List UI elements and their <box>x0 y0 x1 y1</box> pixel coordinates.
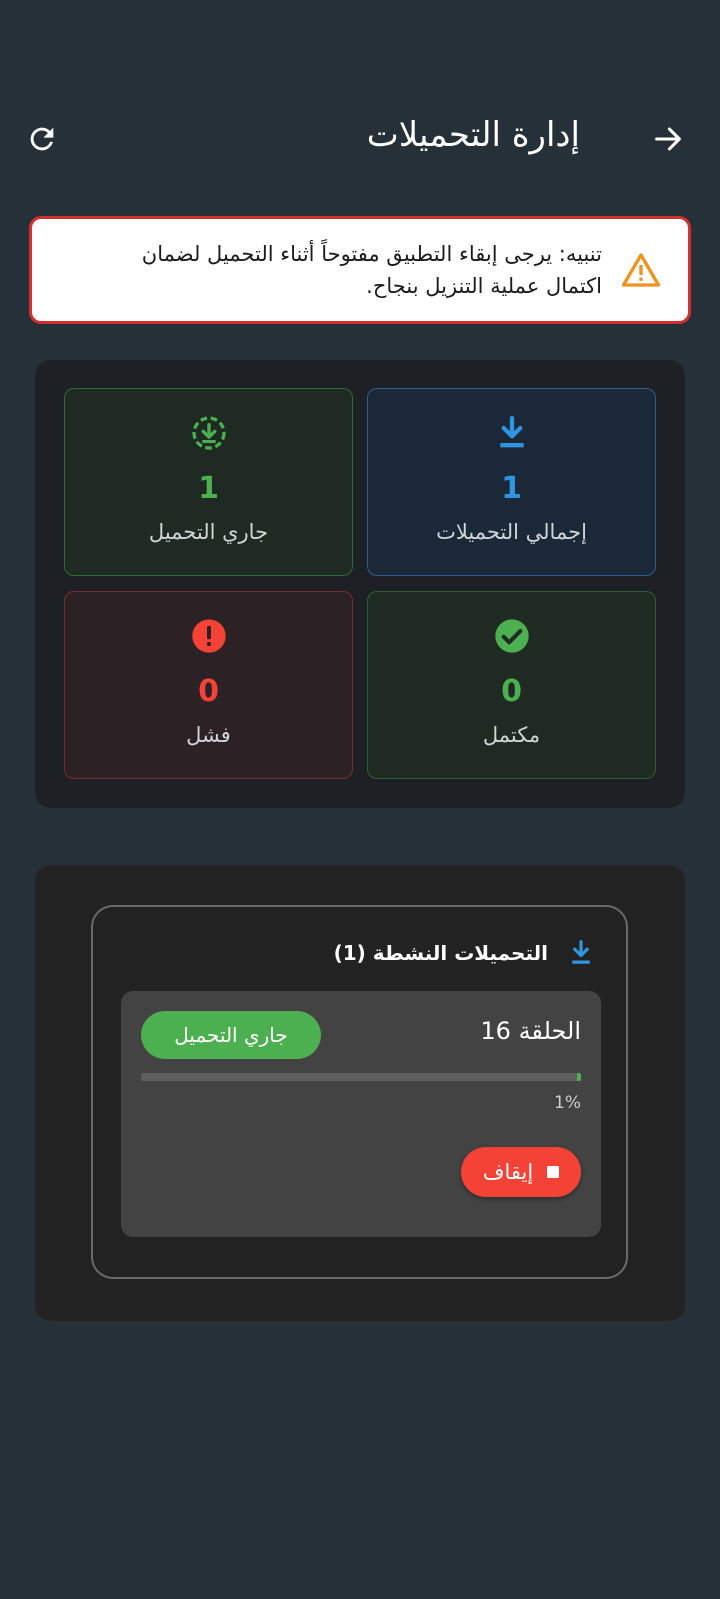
active-downloads-card: التحميلات النشطة (1) الحلقة 16 جاري التح… <box>35 865 685 1321</box>
arrow-right-icon <box>655 127 681 151</box>
stat-total-downloads: 1 إجمالي التحميلات <box>367 388 656 576</box>
alert-line-1: تنبيه: يرجى إبقاء التطبيق مفتوحاً أثناء … <box>141 242 602 266</box>
stats-card: 1 إجمالي التحميلات 1 جاري التحميل 0 مكتم… <box>35 360 685 808</box>
warning-icon <box>621 253 661 287</box>
download-item-name: الحلقة 16 <box>480 1017 581 1045</box>
alert-message: تنبيه: يرجى إبقاء التطبيق مفتوحاً أثناء … <box>52 238 602 302</box>
stat-failed-downloads: 0 فشل <box>64 591 353 779</box>
stat-active-downloads: 1 جاري التحميل <box>64 388 353 576</box>
back-button[interactable] <box>646 117 690 161</box>
downloading-icon <box>191 416 226 450</box>
stat-completed-label: مكتمل <box>482 723 541 747</box>
download-item: الحلقة 16 جاري التحميل 1% إيقاف <box>121 991 601 1237</box>
downloads-page: إدارة التحميلات تنبيه: يرجى إبقاء التطبي… <box>0 0 720 1599</box>
refresh-button[interactable] <box>20 117 64 161</box>
active-downloads-title: التحميلات النشطة (1) <box>333 941 548 965</box>
stat-total-label: إجمالي التحميلات <box>436 520 587 544</box>
refresh-icon <box>30 127 54 151</box>
download-icon <box>499 415 524 448</box>
stop-button-label: إيقاف <box>482 1160 534 1184</box>
active-downloads-panel: التحميلات النشطة (1) الحلقة 16 جاري التح… <box>91 905 628 1279</box>
app-header: إدارة التحميلات <box>0 105 720 175</box>
stat-total-value: 1 <box>501 471 522 506</box>
stop-download-button[interactable]: إيقاف <box>461 1147 581 1197</box>
stat-completed-downloads: 0 مكتمل <box>367 591 656 779</box>
status-badge: جاري التحميل <box>141 1011 321 1059</box>
progress-bar <box>141 1073 581 1081</box>
stat-failed-label: فشل <box>186 723 231 747</box>
error-icon <box>191 619 226 653</box>
stat-active-label: جاري التحميل <box>148 520 269 544</box>
stop-icon <box>547 1166 560 1178</box>
progress-percent: 1% <box>554 1093 581 1113</box>
stat-failed-value: 0 <box>198 674 219 709</box>
page-title: إدارة التحميلات <box>366 115 580 155</box>
progress-fill <box>576 1073 581 1081</box>
warning-alert: تنبيه: يرجى إبقاء التطبيق مفتوحاً أثناء … <box>29 216 691 324</box>
stat-completed-value: 0 <box>501 674 522 709</box>
check-circle-icon <box>494 619 529 653</box>
active-downloads-header: التحميلات النشطة (1) <box>334 935 596 971</box>
download-icon <box>572 940 590 964</box>
alert-line-2: اكتمال عملية التنزيل بنجاح. <box>366 274 602 298</box>
stat-active-value: 1 <box>198 471 219 506</box>
